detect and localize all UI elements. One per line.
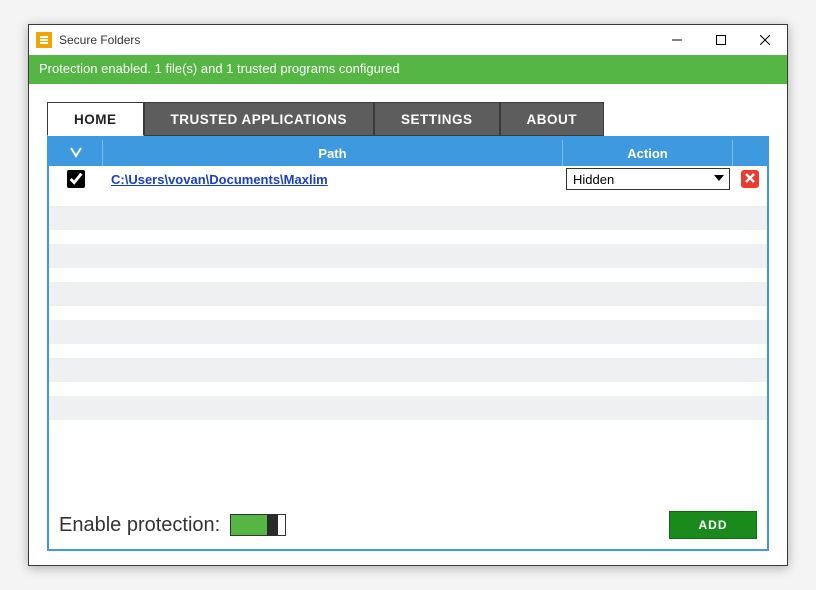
row-path-cell: C:\Users\vovan\Documents\Maxlim [103, 172, 563, 187]
empty-row [49, 206, 767, 230]
table-row: C:\Users\vovan\Documents\Maxlim Hidden [49, 166, 767, 192]
empty-row [49, 358, 767, 382]
column-header-action[interactable]: Action [563, 140, 733, 166]
status-bar: Protection enabled. 1 file(s) and 1 trus… [29, 55, 787, 84]
tab-home[interactable]: HOME [47, 102, 144, 136]
row-path-link[interactable]: C:\Users\vovan\Documents\Maxlim [111, 172, 328, 187]
column-header-delete [733, 140, 767, 166]
column-header-path[interactable]: Path [103, 140, 563, 166]
row-checkbox[interactable] [67, 170, 85, 188]
content-panel: Path Action C:\Users\vovan\Documents\Max… [47, 136, 769, 551]
status-text: Protection enabled. 1 file(s) and 1 trus… [39, 61, 400, 76]
sort-icon [69, 146, 83, 161]
minimize-button[interactable] [655, 26, 699, 54]
tab-settings[interactable]: SETTINGS [374, 102, 500, 136]
empty-row [49, 396, 767, 420]
close-button[interactable] [743, 26, 787, 54]
empty-row [49, 244, 767, 268]
tab-bar: HOME TRUSTED APPLICATIONS SETTINGS ABOUT [29, 84, 787, 136]
tab-trusted-applications[interactable]: TRUSTED APPLICATIONS [144, 102, 375, 136]
row-checkbox-cell [49, 170, 103, 188]
app-icon [36, 32, 52, 48]
toggle-knob [267, 514, 278, 536]
table-body: C:\Users\vovan\Documents\Maxlim Hidden [49, 166, 767, 501]
app-window: Secure Folders Protection enabled. 1 fil… [28, 24, 788, 566]
footer-bar: Enable protection: ADD [49, 501, 767, 549]
table-header: Path Action [49, 140, 767, 166]
empty-row [49, 282, 767, 306]
action-select-wrap: Hidden [566, 168, 730, 190]
add-button[interactable]: ADD [669, 511, 757, 539]
tab-about[interactable]: ABOUT [500, 102, 605, 136]
maximize-button[interactable] [699, 26, 743, 54]
enable-protection-label: Enable protection: [59, 514, 220, 537]
row-delete-cell [733, 170, 767, 188]
toggle-fill [231, 515, 269, 535]
titlebar: Secure Folders [29, 25, 787, 55]
window-controls [655, 26, 787, 54]
row-action-cell: Hidden [563, 168, 733, 190]
empty-row [49, 320, 767, 344]
close-icon [745, 170, 755, 188]
enable-protection-toggle[interactable] [230, 514, 286, 536]
action-select[interactable]: Hidden [566, 168, 730, 190]
column-header-sort[interactable] [49, 140, 103, 166]
window-title: Secure Folders [59, 33, 655, 47]
delete-row-button[interactable] [741, 170, 759, 188]
